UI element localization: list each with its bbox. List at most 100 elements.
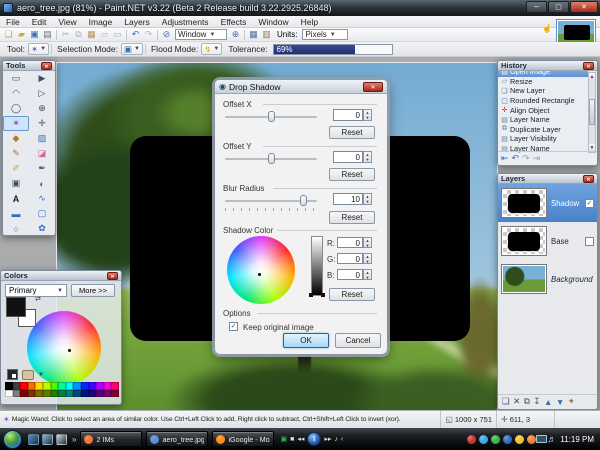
palette-menu-icon[interactable] (22, 370, 34, 380)
red-value[interactable]: 0 (337, 237, 363, 248)
tray-icon-red[interactable] (467, 435, 476, 444)
wmp-collapse-chevron[interactable]: ‹ (341, 436, 343, 443)
ok-button[interactable]: OK (283, 333, 329, 348)
new-icon[interactable]: ❏ (2, 28, 15, 41)
move-up-button[interactable]: ▲ (544, 397, 552, 407)
layer-row-background[interactable]: Background✓ (498, 260, 597, 298)
start-button[interactable] (3, 430, 22, 449)
menu-help[interactable]: Help (295, 16, 324, 28)
palette-swatch-0-2[interactable] (20, 382, 28, 390)
offset-x-slider[interactable] (225, 111, 317, 122)
layer-row-shadow[interactable]: Shadow✓ (498, 184, 597, 222)
history-item[interactable]: ▢Rounded Rectangle (498, 96, 588, 106)
menu-edit[interactable]: Edit (26, 16, 53, 28)
palette-swatch-1-14[interactable] (111, 390, 119, 398)
blue-value[interactable]: 0 (337, 269, 363, 280)
palette-swatch-0-8[interactable] (66, 382, 74, 390)
palette-swatch-0-14[interactable] (111, 382, 119, 390)
magic-wand-tool[interactable]: ✶ (3, 116, 29, 131)
cancel-button[interactable]: Cancel (335, 333, 381, 348)
color-picker-tool[interactable]: ✒ (29, 161, 55, 176)
history-palette-titlebar[interactable]: History ✕ (498, 61, 597, 71)
menu-effects[interactable]: Effects (215, 16, 253, 28)
freeform-shape-tool[interactable]: ✿ (29, 221, 55, 236)
undo-button[interactable]: ↶ (512, 153, 520, 164)
tray-icon-orange[interactable] (527, 435, 536, 444)
eraser-tool[interactable]: ◪ (29, 146, 55, 161)
add-layer-button[interactable]: ❏ (502, 396, 510, 407)
paint-bucket-tool[interactable]: ◆ (3, 131, 29, 146)
maximize-button[interactable]: ▢ (548, 1, 569, 13)
colors-palette-titlebar[interactable]: Colors ✕ (1, 271, 121, 281)
grid-icon[interactable]: ▦ (247, 28, 260, 41)
palette-swatch-0-6[interactable] (51, 382, 59, 390)
menu-view[interactable]: View (52, 16, 82, 28)
palette-swatch-0-7[interactable] (58, 382, 66, 390)
offset-x-value[interactable]: 0 (333, 109, 363, 121)
palette-swatch-0-13[interactable] (104, 382, 112, 390)
tolerance-slider[interactable]: 69% (273, 44, 393, 55)
close-icon[interactable]: ✕ (363, 82, 383, 92)
palette-swatch-1-7[interactable] (58, 390, 66, 398)
red-spinner[interactable]: ▲▼ (363, 237, 372, 248)
tray-icon-green[interactable] (491, 435, 500, 444)
quicklaunch-show-desktop-icon[interactable] (42, 434, 53, 445)
green-value[interactable]: 0 (337, 253, 363, 264)
palette-swatch-0-11[interactable] (89, 382, 97, 390)
history-item[interactable]: ✛Align Object (498, 105, 588, 115)
blur-radius-slider[interactable] (225, 195, 317, 206)
tray-icon-skype[interactable] (479, 435, 488, 444)
clone-stamp-tool[interactable]: ▣ (3, 176, 29, 191)
wmp-launcher-icon[interactable]: ▣ (280, 435, 287, 443)
wmp-pause-button[interactable]: ∥ (307, 432, 321, 446)
zoom-out-icon[interactable]: ⊘ (160, 28, 173, 41)
wmp-previous-button[interactable]: ◂◂ (297, 435, 304, 443)
zoom-tool[interactable]: ⊕ (29, 101, 55, 116)
primary-color-swatch[interactable] (6, 297, 26, 317)
minimize-button[interactable]: ─ (526, 1, 547, 13)
shadow-color-wheel[interactable] (227, 236, 295, 304)
rectangle-tool[interactable]: ▬ (3, 206, 29, 221)
offset-y-value[interactable]: 0 (333, 151, 363, 163)
taskbar-button-2[interactable]: iGoogle - Mozil... (212, 431, 274, 447)
menu-file[interactable]: File (0, 16, 26, 28)
quicklaunch-overflow-chevron[interactable]: » (72, 435, 76, 444)
scroll-up-icon[interactable]: ▲ (589, 73, 595, 81)
palette-swatch-1-3[interactable] (28, 390, 36, 398)
zoom-mode-dropdown[interactable]: Window▼ (175, 29, 227, 40)
close-button[interactable]: ✕ (570, 1, 598, 13)
palette-swatch-1-4[interactable] (35, 390, 43, 398)
palette-swatch-0-3[interactable] (28, 382, 36, 390)
layer-visibility-checkbox[interactable] (585, 237, 594, 246)
palette-swatch-0-12[interactable] (96, 382, 104, 390)
swap-colors-icon[interactable]: ⇄ (35, 295, 41, 303)
offset-y-slider[interactable] (225, 153, 317, 164)
taskbar-button-0[interactable]: 2 IMs (80, 431, 142, 447)
ruler-icon[interactable]: ▥ (260, 28, 273, 41)
history-item[interactable]: ❏New Layer (498, 86, 588, 96)
merge-down-button[interactable]: ↧ (533, 396, 540, 407)
tray-icon-blue[interactable] (503, 435, 512, 444)
history-item[interactable]: ▱Resize (498, 77, 588, 87)
close-icon[interactable]: ✕ (583, 62, 594, 70)
fast-forward-button[interactable]: ⇥ (533, 153, 541, 164)
offset-y-reset-button[interactable]: Reset (329, 168, 375, 181)
wmp-next-button[interactable]: ▸▸ (324, 435, 331, 443)
scrollbar-thumb[interactable] (589, 99, 595, 125)
rectangle-select-tool[interactable]: ▭ (3, 71, 29, 86)
close-icon[interactable]: ✕ (583, 175, 594, 183)
more-button[interactable]: More >> (71, 284, 115, 297)
move-selected-pixels-tool[interactable]: ▶ (29, 71, 55, 86)
blur-radius-spinner[interactable]: ▲▼ (363, 193, 372, 205)
close-icon[interactable]: ✕ (107, 272, 118, 280)
dialog-titlebar[interactable]: ◉ Drop Shadow ✕ (215, 80, 387, 94)
paintbrush-tool[interactable]: ✎ (3, 146, 29, 161)
title-bar[interactable]: aero_tree.jpg (81%) - Paint.NET v3.22 (B… (0, 0, 600, 16)
properties-button[interactable]: ✦ (568, 396, 575, 407)
flood-mode-dropdown[interactable]: ↯▼ (201, 43, 222, 55)
delete-layer-button[interactable]: ✕ (513, 396, 520, 407)
redo-button[interactable]: ↷ (522, 153, 530, 164)
save-icon[interactable]: ▣ (28, 28, 41, 41)
palette-swatch-1-12[interactable] (96, 390, 104, 398)
palette-swatch-0-0[interactable] (5, 382, 13, 390)
